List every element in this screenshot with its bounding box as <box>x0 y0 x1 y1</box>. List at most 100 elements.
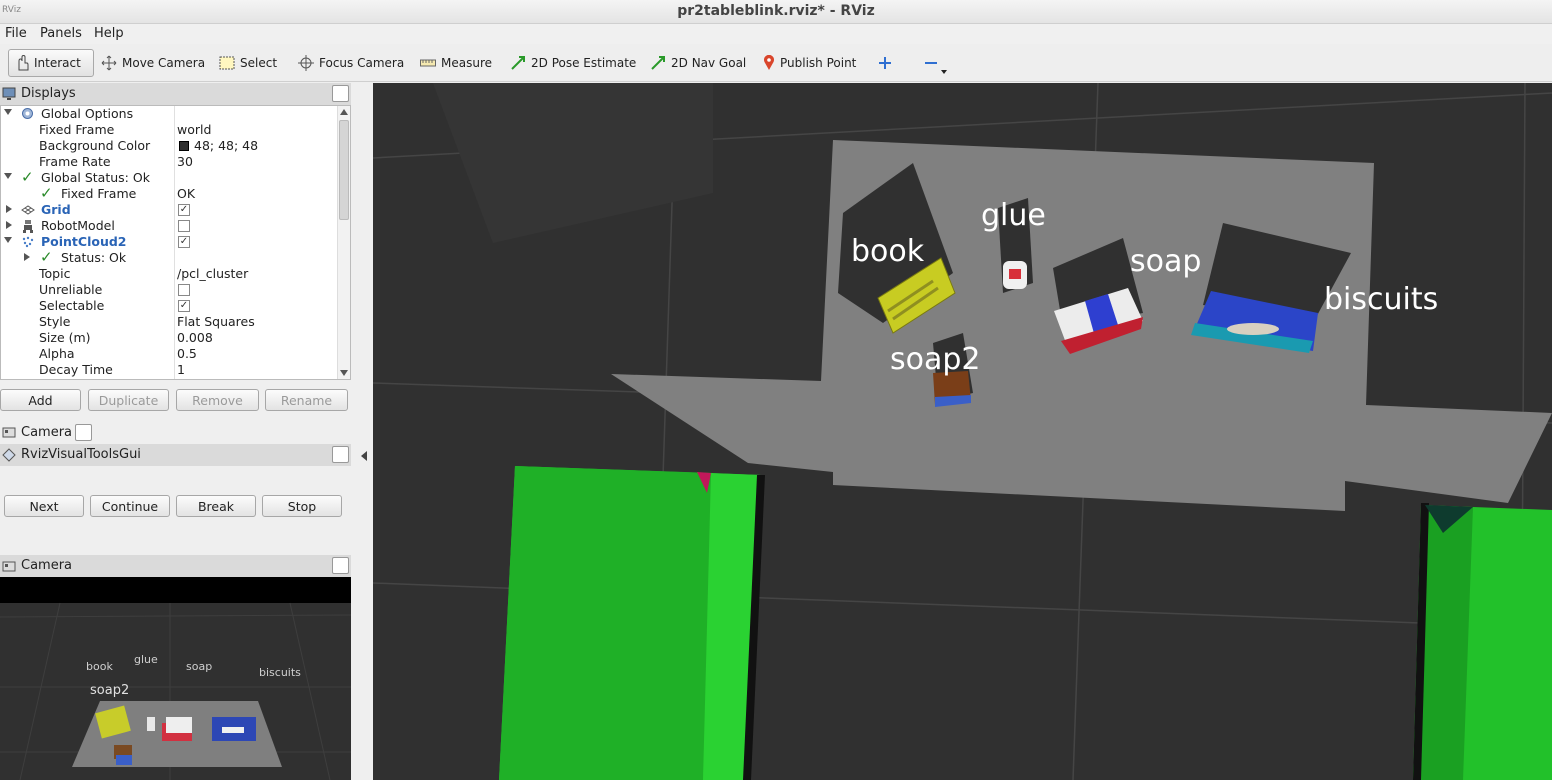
interact-tool-button[interactable]: Interact <box>8 49 94 77</box>
topic-value[interactable]: /pcl_cluster <box>177 266 248 281</box>
continue-button[interactable]: Continue <box>90 495 170 517</box>
pointcloud-icon <box>22 236 34 248</box>
remove-display-button[interactable]: Remove <box>176 389 259 411</box>
scroll-thumb[interactable] <box>339 120 349 220</box>
menu-panels[interactable]: Panels <box>40 26 82 41</box>
focus-camera-label: Focus Camera <box>319 56 405 70</box>
selectable-checkbox[interactable]: ✓ <box>178 300 190 312</box>
title-bar: RViz pr2tableblink.rviz* - RViz <box>0 0 1552 24</box>
tree-row-fixed-frame[interactable]: Fixed Frame world <box>1 122 338 138</box>
tree-row-size[interactable]: Size (m) 0.008 <box>1 330 338 346</box>
render-viewport[interactable]: book glue soap biscuits soap2 <box>373 83 1552 780</box>
publish-point-label: Publish Point <box>780 56 857 70</box>
camera-panel-float-checkbox[interactable] <box>332 557 349 574</box>
scene-label-soap: soap <box>1130 244 1201 279</box>
global-status-label: Global Status: Ok <box>41 170 150 185</box>
duplicate-display-button[interactable]: Duplicate <box>88 389 169 411</box>
pose-estimate-label: 2D Pose Estimate <box>531 56 637 70</box>
tree-scrollbar[interactable] <box>337 106 350 379</box>
publish-point-tool-button[interactable]: Publish Point <box>757 49 862 77</box>
plus-icon <box>879 57 891 69</box>
size-value[interactable]: 0.008 <box>177 330 213 345</box>
gear-icon <box>22 108 33 119</box>
tree-row-frame-rate[interactable]: Frame Rate 30 <box>1 154 338 170</box>
tree-row-unreliable[interactable]: Unreliable <box>1 282 338 298</box>
unreliable-label: Unreliable <box>39 282 103 297</box>
pointcloud2-enabled-checkbox[interactable]: ✓ <box>178 236 190 248</box>
scroll-down-icon[interactable] <box>340 370 348 376</box>
tree-row-topic[interactable]: Topic /pcl_cluster <box>1 266 338 282</box>
cam-label-glue: glue <box>134 653 158 666</box>
grid-icon <box>21 205 35 215</box>
toolbar: Interact Move Camera Select Focus Camera… <box>0 44 1552 82</box>
background-color-label: Background Color <box>39 138 151 153</box>
hand-pointer-icon <box>18 55 29 71</box>
tree-row-background-color[interactable]: Background Color 48; 48; 48 <box>1 138 338 154</box>
tree-row-global-options[interactable]: Global Options <box>1 106 338 122</box>
cam-label-biscuits: biscuits <box>259 666 301 679</box>
add-tool-button[interactable] <box>872 49 898 77</box>
expand-arrow-icon[interactable] <box>4 109 12 115</box>
robot-model-enabled-checkbox[interactable] <box>178 220 190 232</box>
fixed-frame-label: Fixed Frame <box>39 122 115 137</box>
measure-label: Measure <box>441 56 492 70</box>
fixed-frame-value[interactable]: world <box>177 122 211 137</box>
style-label: Style <box>39 314 71 329</box>
add-display-button[interactable]: Add <box>0 389 81 411</box>
next-button[interactable]: Next <box>4 495 84 517</box>
tree-row-status-fixed-frame[interactable]: ✓ Fixed Frame OK <box>1 184 338 202</box>
tree-row-grid[interactable]: Grid ✓ <box>1 202 338 218</box>
tree-row-selectable[interactable]: Selectable ✓ <box>1 298 338 314</box>
check-icon: ✓ <box>40 184 53 202</box>
nav-goal-tool-button[interactable]: 2D Nav Goal <box>644 49 752 77</box>
nav-goal-label: 2D Nav Goal <box>671 56 747 70</box>
rename-display-button[interactable]: Rename <box>265 389 348 411</box>
expand-arrow-icon[interactable] <box>4 173 12 179</box>
camera-mini-checkbox[interactable] <box>75 424 92 441</box>
grid-enabled-checkbox[interactable]: ✓ <box>178 204 190 216</box>
scene-3d: book glue soap biscuits soap2 <box>373 83 1552 780</box>
check-icon: ✓ <box>21 168 34 186</box>
rviz-tools-float-checkbox[interactable] <box>332 446 349 463</box>
collapse-dock-icon[interactable] <box>361 451 367 461</box>
decay-time-value[interactable]: 1 <box>177 362 185 377</box>
break-button[interactable]: Break <box>176 495 256 517</box>
measure-tool-button[interactable]: Measure <box>414 49 498 77</box>
unreliable-checkbox[interactable] <box>178 284 190 296</box>
camera-view[interactable]: book glue soap biscuits soap2 <box>0 577 351 780</box>
pose-estimate-tool-button[interactable]: 2D Pose Estimate <box>504 49 642 77</box>
cam-label-soap2: soap2 <box>90 683 129 698</box>
frame-rate-label: Frame Rate <box>39 154 111 169</box>
map-pin-icon <box>764 55 774 70</box>
stop-button[interactable]: Stop <box>262 495 342 517</box>
focus-camera-tool-button[interactable]: Focus Camera <box>292 49 410 77</box>
tree-row-pc-status[interactable]: ✓ Status: Ok <box>1 248 338 266</box>
frame-rate-value[interactable]: 30 <box>177 154 193 169</box>
style-value[interactable]: Flat Squares <box>177 314 255 329</box>
scroll-up-icon[interactable] <box>340 109 348 115</box>
expand-arrow-icon[interactable] <box>6 221 12 229</box>
color-swatch[interactable] <box>179 141 189 151</box>
remove-tool-button[interactable] <box>918 49 953 77</box>
menu-help[interactable]: Help <box>94 26 124 41</box>
expand-arrow-icon[interactable] <box>6 205 12 213</box>
move-arrows-icon <box>101 55 117 71</box>
camera-mini-header: Camera <box>0 421 351 443</box>
background-color-value[interactable]: 48; 48; 48 <box>194 138 258 153</box>
scene-label-glue: glue <box>981 198 1046 233</box>
select-tool-button[interactable]: Select <box>213 49 283 77</box>
tree-row-alpha[interactable]: Alpha 0.5 <box>1 346 338 362</box>
topic-label: Topic <box>39 266 71 281</box>
move-camera-tool-button[interactable]: Move Camera <box>95 49 211 77</box>
tree-row-style[interactable]: Style Flat Squares <box>1 314 338 330</box>
camera-mini-label: Camera <box>21 425 73 440</box>
menu-file[interactable]: File <box>5 26 27 41</box>
tree-row-decay-time[interactable]: Decay Time 1 <box>1 362 338 378</box>
minus-icon <box>925 62 937 64</box>
displays-float-checkbox[interactable] <box>332 85 349 102</box>
expand-arrow-icon[interactable] <box>4 237 12 243</box>
expand-arrow-icon[interactable] <box>24 253 30 261</box>
alpha-value[interactable]: 0.5 <box>177 346 197 361</box>
tree-row-robot-model[interactable]: RobotModel <box>1 218 338 234</box>
rviz-tools-title: RvizVisualToolsGui <box>21 447 141 462</box>
